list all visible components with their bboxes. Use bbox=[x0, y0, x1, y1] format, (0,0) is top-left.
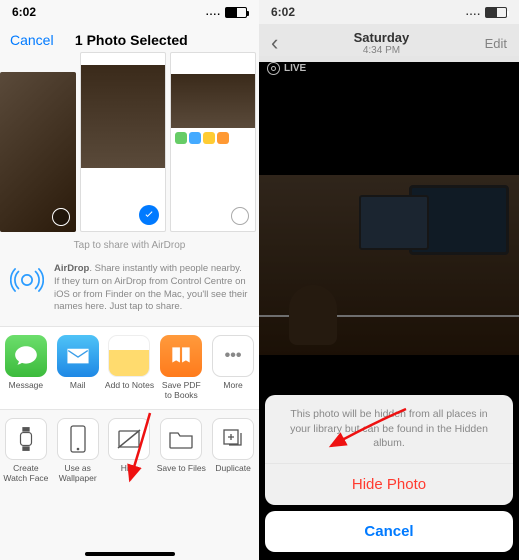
books-icon bbox=[160, 335, 202, 377]
app-label: More bbox=[223, 381, 242, 391]
action-sheet: This photo will be hidden from all place… bbox=[265, 395, 513, 552]
airdrop-description: AirDrop. Share instantly with people nea… bbox=[54, 263, 249, 314]
live-label: LIVE bbox=[284, 63, 306, 74]
share-messages[interactable]: Message bbox=[0, 335, 52, 401]
action-label: CreateWatch Face bbox=[3, 464, 48, 484]
action-duplicate[interactable]: Duplicate bbox=[207, 418, 259, 484]
action-hide[interactable]: Hide bbox=[104, 418, 156, 484]
phone-icon bbox=[57, 418, 99, 460]
sheet-card: This photo will be hidden from all place… bbox=[265, 395, 513, 505]
notes-icon bbox=[108, 335, 150, 377]
app-label: Add to Notes bbox=[105, 381, 154, 391]
action-label: Duplicate bbox=[215, 464, 250, 474]
action-label: Save to Files bbox=[157, 464, 206, 474]
action-row: CreateWatch Face Use asWallpaper Hide Sa… bbox=[0, 409, 259, 492]
nav-title-group: Saturday 4:34 PM bbox=[278, 30, 484, 56]
airdrop-icon bbox=[10, 263, 44, 297]
action-label: Hide bbox=[121, 464, 138, 474]
mail-icon bbox=[57, 335, 99, 377]
app-label: Save PDFto Books bbox=[162, 381, 201, 401]
signal-icon: .... bbox=[466, 7, 481, 18]
live-icon bbox=[267, 62, 280, 75]
app-label: Message bbox=[9, 381, 44, 391]
status-time: 6:02 bbox=[12, 5, 36, 19]
action-wallpaper[interactable]: Use asWallpaper bbox=[52, 418, 104, 484]
edit-button[interactable]: Edit bbox=[485, 36, 507, 51]
status-right: .... bbox=[466, 7, 507, 18]
share-title: 1 Photo Selected bbox=[14, 32, 249, 48]
thumbnail-1[interactable] bbox=[0, 72, 76, 232]
select-circle-icon[interactable] bbox=[52, 208, 70, 226]
folder-icon bbox=[160, 418, 202, 460]
cancel-button[interactable]: Cancel bbox=[265, 511, 513, 552]
back-button[interactable]: ‹ bbox=[271, 30, 278, 56]
share-sheet-screen: 6:02 .... Cancel 1 Photo Selected Tap to… bbox=[0, 0, 259, 560]
battery-icon bbox=[225, 7, 247, 18]
status-bar: 6:02 .... bbox=[259, 0, 519, 24]
battery-icon bbox=[485, 7, 507, 18]
share-mail[interactable]: Mail bbox=[52, 335, 104, 401]
messages-icon bbox=[5, 335, 47, 377]
status-right: .... bbox=[206, 7, 247, 18]
nav-subtitle: 4:34 PM bbox=[278, 45, 484, 56]
action-label: Use asWallpaper bbox=[59, 464, 97, 484]
photo-thumbnails[interactable] bbox=[0, 56, 259, 238]
app-label: Mail bbox=[70, 381, 86, 391]
photo-detail-screen: 6:02 .... ‹ Saturday 4:34 PM Edit LIVE T… bbox=[259, 0, 519, 560]
share-books[interactable]: Save PDFto Books bbox=[155, 335, 207, 401]
sheet-message: This photo will be hidden from all place… bbox=[265, 395, 513, 463]
select-circle-icon[interactable] bbox=[231, 207, 249, 225]
thumbnail-3[interactable] bbox=[170, 52, 256, 232]
signal-icon: .... bbox=[206, 7, 221, 18]
duplicate-icon bbox=[212, 418, 254, 460]
status-bar: 6:02 .... bbox=[0, 0, 259, 24]
airdrop-row[interactable]: AirDrop. Share instantly with people nea… bbox=[0, 257, 259, 326]
watch-icon bbox=[5, 418, 47, 460]
status-time: 6:02 bbox=[271, 5, 295, 19]
hide-icon bbox=[108, 418, 150, 460]
share-notes[interactable]: Add to Notes bbox=[104, 335, 156, 401]
more-icon: ••• bbox=[212, 335, 254, 377]
action-save-files[interactable]: Save to Files bbox=[155, 418, 207, 484]
checkmark-icon[interactable] bbox=[139, 205, 159, 225]
nav-bar: ‹ Saturday 4:34 PM Edit bbox=[259, 24, 519, 62]
app-share-row: Message Mail Add to Notes Save PDFto Boo… bbox=[0, 326, 259, 409]
home-indicator[interactable] bbox=[85, 552, 175, 556]
thumbnail-2-selected[interactable] bbox=[80, 52, 166, 232]
hide-photo-button[interactable]: Hide Photo bbox=[265, 463, 513, 505]
nav-title: Saturday bbox=[278, 30, 484, 45]
airdrop-hint: Tap to share with AirDrop bbox=[0, 238, 259, 257]
share-more[interactable]: ••• More bbox=[207, 335, 259, 401]
live-badge: LIVE bbox=[267, 62, 306, 75]
action-watch-face[interactable]: CreateWatch Face bbox=[0, 418, 52, 484]
